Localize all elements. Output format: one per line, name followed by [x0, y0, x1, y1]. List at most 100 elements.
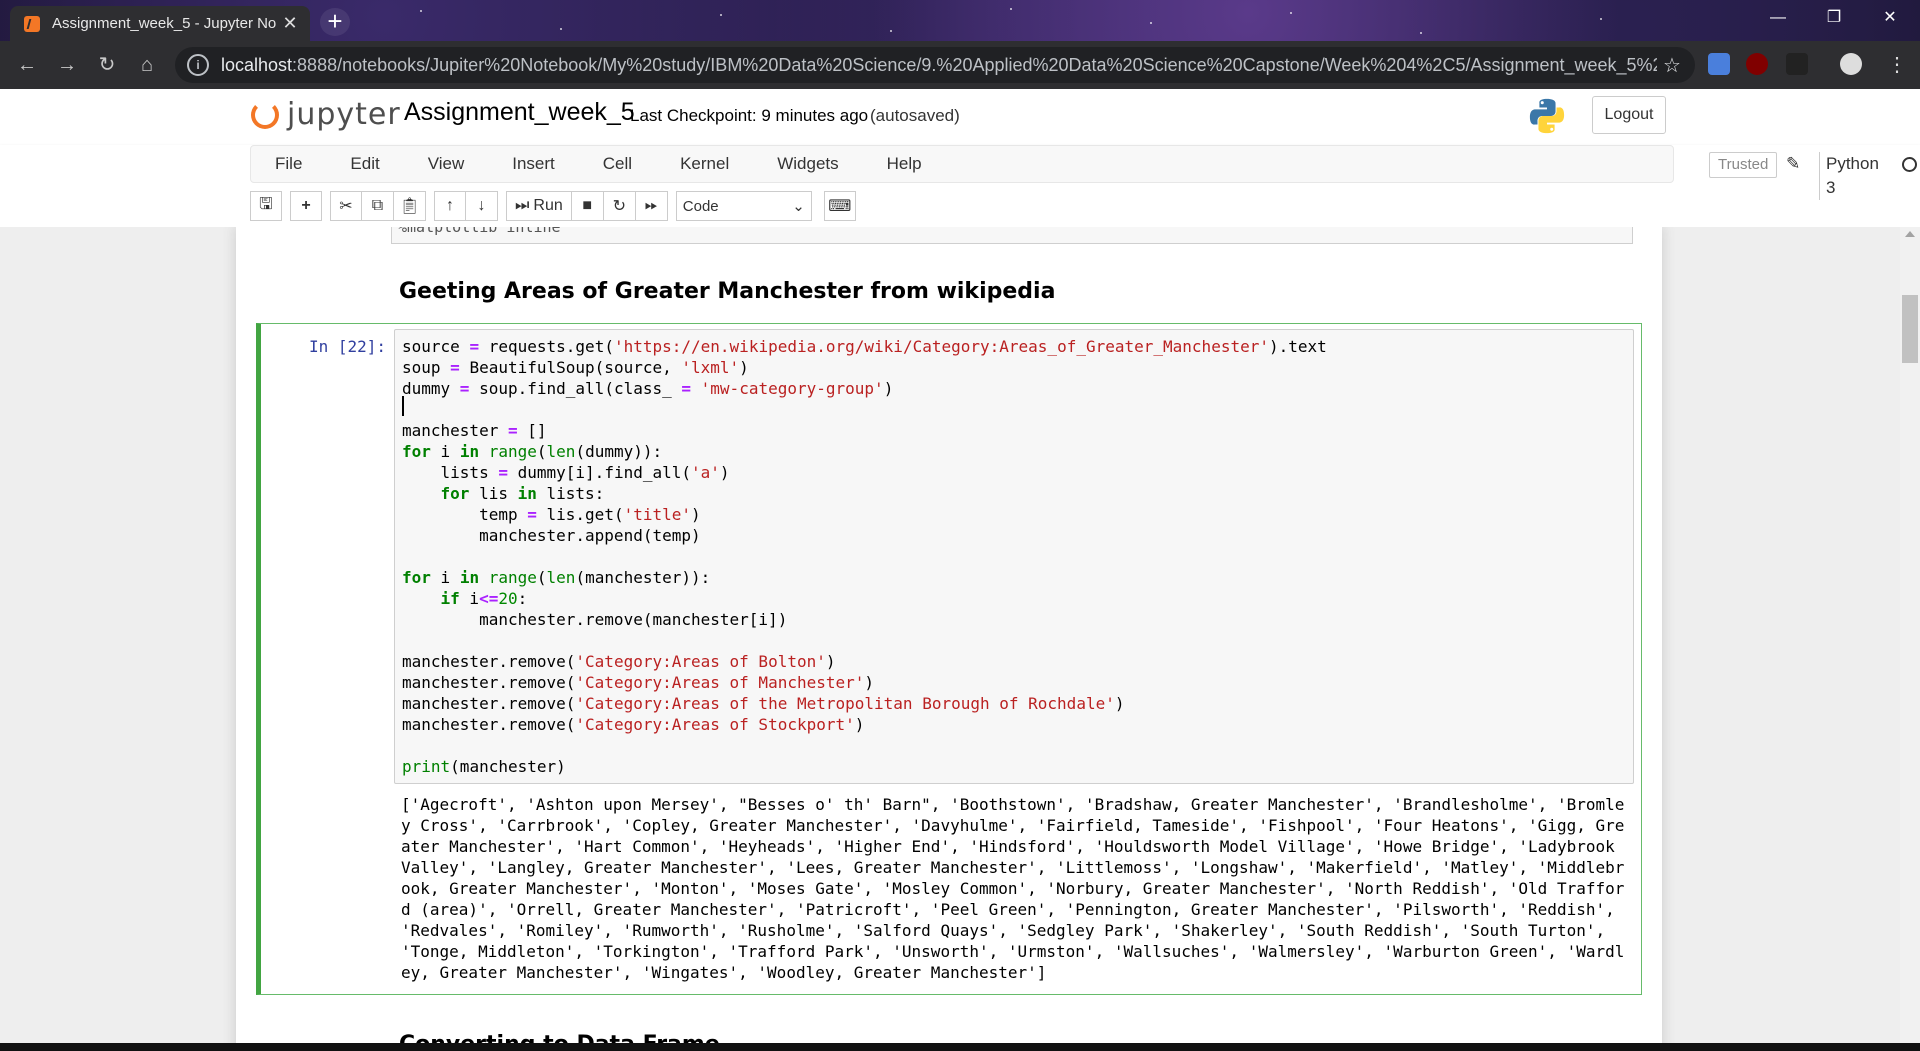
kernel-idle-indicator-icon: [1902, 157, 1917, 172]
menu-insert[interactable]: Insert: [488, 154, 579, 174]
jupyter-header: jupyter Assignment_week_5 Last Checkpoin…: [0, 89, 1920, 145]
vertical-scrollbar[interactable]: [1900, 227, 1920, 1043]
notebook-container: %matplotlib inline Geeting Areas of Grea…: [236, 227, 1662, 1043]
back-icon[interactable]: ←: [12, 50, 42, 80]
save-button[interactable]: 🖫: [250, 191, 282, 221]
restart-button[interactable]: ↻: [603, 191, 636, 221]
star-decoration: [1010, 8, 1012, 10]
move-up-button[interactable]: ↑: [434, 191, 466, 221]
notebook-scroll-area[interactable]: %matplotlib inline Geeting Areas of Grea…: [0, 227, 1920, 1043]
menu-widgets[interactable]: Widgets: [753, 154, 862, 174]
chevron-down-icon: ⌄: [792, 198, 805, 215]
logout-button[interactable]: Logout: [1592, 96, 1666, 134]
checkpoint-status: Last Checkpoint: 9 minutes ago: [630, 106, 869, 125]
star-decoration: [1600, 18, 1602, 20]
notebook-menubar: File Edit View Insert Cell Kernel Widget…: [0, 145, 1920, 227]
reload-icon[interactable]: ↻: [92, 50, 122, 80]
profile-avatar[interactable]: [1840, 53, 1862, 75]
move-down-button[interactable]: ↓: [466, 191, 498, 221]
fast-forward-icon: ⏩︎: [644, 197, 658, 214]
jupyter-favicon-icon: [24, 15, 40, 32]
text-cursor: [402, 396, 404, 416]
tab-title: Assignment_week_5 - Jupyter No: [52, 15, 277, 32]
home-icon[interactable]: ⌂: [132, 50, 162, 80]
browser-tab-active[interactable]: Assignment_week_5 - Jupyter No ✕: [10, 6, 310, 41]
address-bar[interactable]: i localhost:8888/notebooks/Jupiter%20Not…: [175, 47, 1695, 83]
next-markdown-heading: Converting to Data Frame: [399, 1032, 720, 1043]
interrupt-button[interactable]: ■: [571, 191, 604, 221]
ublock-extension-icon[interactable]: [1746, 53, 1768, 75]
code-editor[interactable]: source = requests.get('https://en.wikipe…: [394, 329, 1634, 784]
autosave-status: (autosaved): [870, 106, 960, 125]
site-info-icon[interactable]: i: [187, 54, 209, 76]
menu-cell[interactable]: Cell: [579, 154, 656, 174]
star-decoration: [560, 28, 562, 30]
notebook-name[interactable]: Assignment_week_5: [404, 98, 635, 127]
previous-cell-code: %matplotlib inline: [398, 227, 561, 236]
trusted-badge[interactable]: Trusted: [1709, 152, 1778, 178]
forward-icon[interactable]: →: [52, 50, 82, 80]
stop-icon: ■: [582, 197, 593, 214]
menu-edit[interactable]: Edit: [326, 154, 403, 174]
run-label: Run: [533, 197, 563, 214]
taskbar-strip: [0, 1043, 1920, 1051]
jupyter-logo-text: jupyter: [287, 97, 401, 132]
paste-icon: 📋︎: [399, 198, 420, 215]
copy-icon: ⧉: [371, 197, 384, 214]
new-tab-button[interactable]: +: [320, 8, 350, 36]
cell-type-select[interactable]: Code ⌄: [675, 191, 812, 221]
menu-view[interactable]: View: [404, 154, 489, 174]
menu-file[interactable]: File: [251, 154, 326, 174]
edit-mode-pencil-icon: ✎: [1786, 154, 1801, 173]
run-button[interactable]: ⏭︎ Run: [506, 191, 572, 221]
scrollbar-thumb[interactable]: [1902, 295, 1918, 363]
browser-menu-icon[interactable]: ⋮: [1882, 50, 1912, 80]
scissors-icon: ✂: [339, 198, 353, 215]
url-text: localhost:8888/notebooks/Jupiter%20Noteb…: [221, 55, 1657, 76]
menu-list: File Edit View Insert Cell Kernel Widget…: [250, 145, 1917, 200]
scroll-up-arrow-icon[interactable]: [1905, 231, 1915, 237]
arrow-down-icon: ↓: [477, 197, 486, 214]
notebook-toolbar: 🖫 + ✂ ⧉ 📋︎ ↑ ↓ ⏭︎ Run ■ ↻ ⏩︎ Code ⌄ ⌨: [250, 190, 864, 222]
restart-run-all-button[interactable]: ⏩︎: [635, 191, 668, 221]
bookmark-star-icon[interactable]: ☆: [1657, 53, 1687, 78]
menu-help[interactable]: Help: [863, 154, 946, 174]
save-icon: 🖫: [259, 195, 273, 213]
copy-button[interactable]: ⧉: [362, 191, 394, 221]
step-forward-icon: ⏭︎: [515, 197, 530, 214]
command-palette-button[interactable]: ⌨: [823, 191, 856, 221]
previous-code-cell[interactable]: %matplotlib inline: [391, 227, 1633, 244]
paste-button[interactable]: 📋︎: [394, 191, 426, 221]
restore-button[interactable]: ❐: [1806, 0, 1862, 36]
restart-icon: ↻: [612, 198, 626, 215]
star-decoration: [720, 14, 722, 16]
arrow-up-icon: ↑: [446, 197, 454, 214]
extension-icon[interactable]: [1708, 53, 1730, 75]
star-decoration: [1420, 32, 1422, 34]
kernel-name: Python 3: [1819, 152, 1879, 200]
input-prompt: In [22]:: [309, 337, 387, 356]
insert-cell-button[interactable]: +: [290, 191, 322, 221]
markdown-heading: Geeting Areas of Greater Manchester from…: [399, 279, 1056, 304]
star-decoration: [420, 10, 422, 12]
jupyter-logo[interactable]: jupyter: [251, 97, 401, 132]
code-text: source = requests.get('https://en.wikipe…: [402, 337, 1327, 776]
cell-type-value: Code: [682, 197, 719, 215]
minimize-button[interactable]: —: [1750, 0, 1806, 36]
selected-code-cell[interactable]: In [22]: source = requests.get('https://…: [256, 323, 1642, 995]
tab-close-icon[interactable]: ✕: [278, 13, 302, 34]
extension-icon[interactable]: [1786, 53, 1808, 75]
browser-toolbar: ← → ↻ ⌂ i localhost:8888/notebooks/Jupit…: [0, 41, 1920, 89]
cut-button[interactable]: ✂: [330, 191, 362, 221]
window-close-button[interactable]: ✕: [1862, 0, 1918, 36]
cell-output: ['Agecroft', 'Ashton upon Mersey', "Bess…: [401, 795, 1625, 982]
star-decoration: [890, 30, 892, 32]
star-decoration: [1290, 12, 1292, 14]
menu-kernel[interactable]: Kernel: [656, 154, 753, 174]
plus-icon: +: [301, 197, 311, 214]
keyboard-icon: ⌨: [828, 198, 852, 215]
url-host: localhost: [221, 54, 293, 75]
url-path: :8888/notebooks/Jupiter%20Notebook/My%20…: [292, 54, 1657, 75]
browser-tab-bar: Assignment_week_5 - Jupyter No ✕ + — ❐ ✕: [0, 0, 1920, 41]
star-decoration: [1150, 22, 1152, 24]
